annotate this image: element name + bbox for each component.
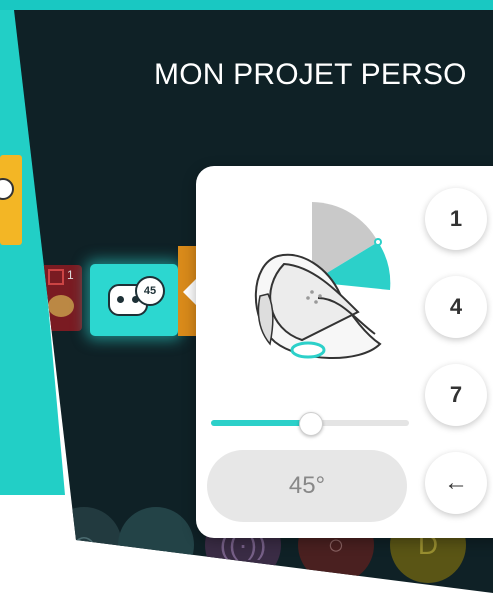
keypad-key-4[interactable]: 4: [425, 276, 487, 338]
angle-slider[interactable]: [211, 412, 409, 436]
speech-bubble-value: 45: [135, 276, 165, 306]
face-icon: [48, 295, 74, 317]
camera-icon[interactable]: ◉: [46, 507, 122, 583]
top-accent-strip: [0, 0, 493, 10]
repeat-icon: [48, 269, 64, 285]
red-block-number: 1: [67, 268, 74, 282]
keypad-key-7[interactable]: 7: [425, 364, 487, 426]
angle-slider-fill: [211, 420, 310, 426]
keypad-key-1[interactable]: 1: [425, 188, 487, 250]
speech-code-block[interactable]: 45: [90, 264, 178, 336]
angle-value-field[interactable]: 45°: [207, 450, 407, 522]
page-title: MON PROJET PERSO: [154, 58, 467, 91]
chat-icon[interactable]: …: [118, 507, 194, 583]
angle-editor-popover: 45° 1 4 7 ←: [196, 166, 493, 538]
head-rotation-illustration: [254, 202, 391, 360]
backspace-key[interactable]: ←: [425, 452, 487, 514]
yellow-code-block[interactable]: [0, 155, 22, 245]
angle-slider-thumb[interactable]: [299, 412, 323, 436]
